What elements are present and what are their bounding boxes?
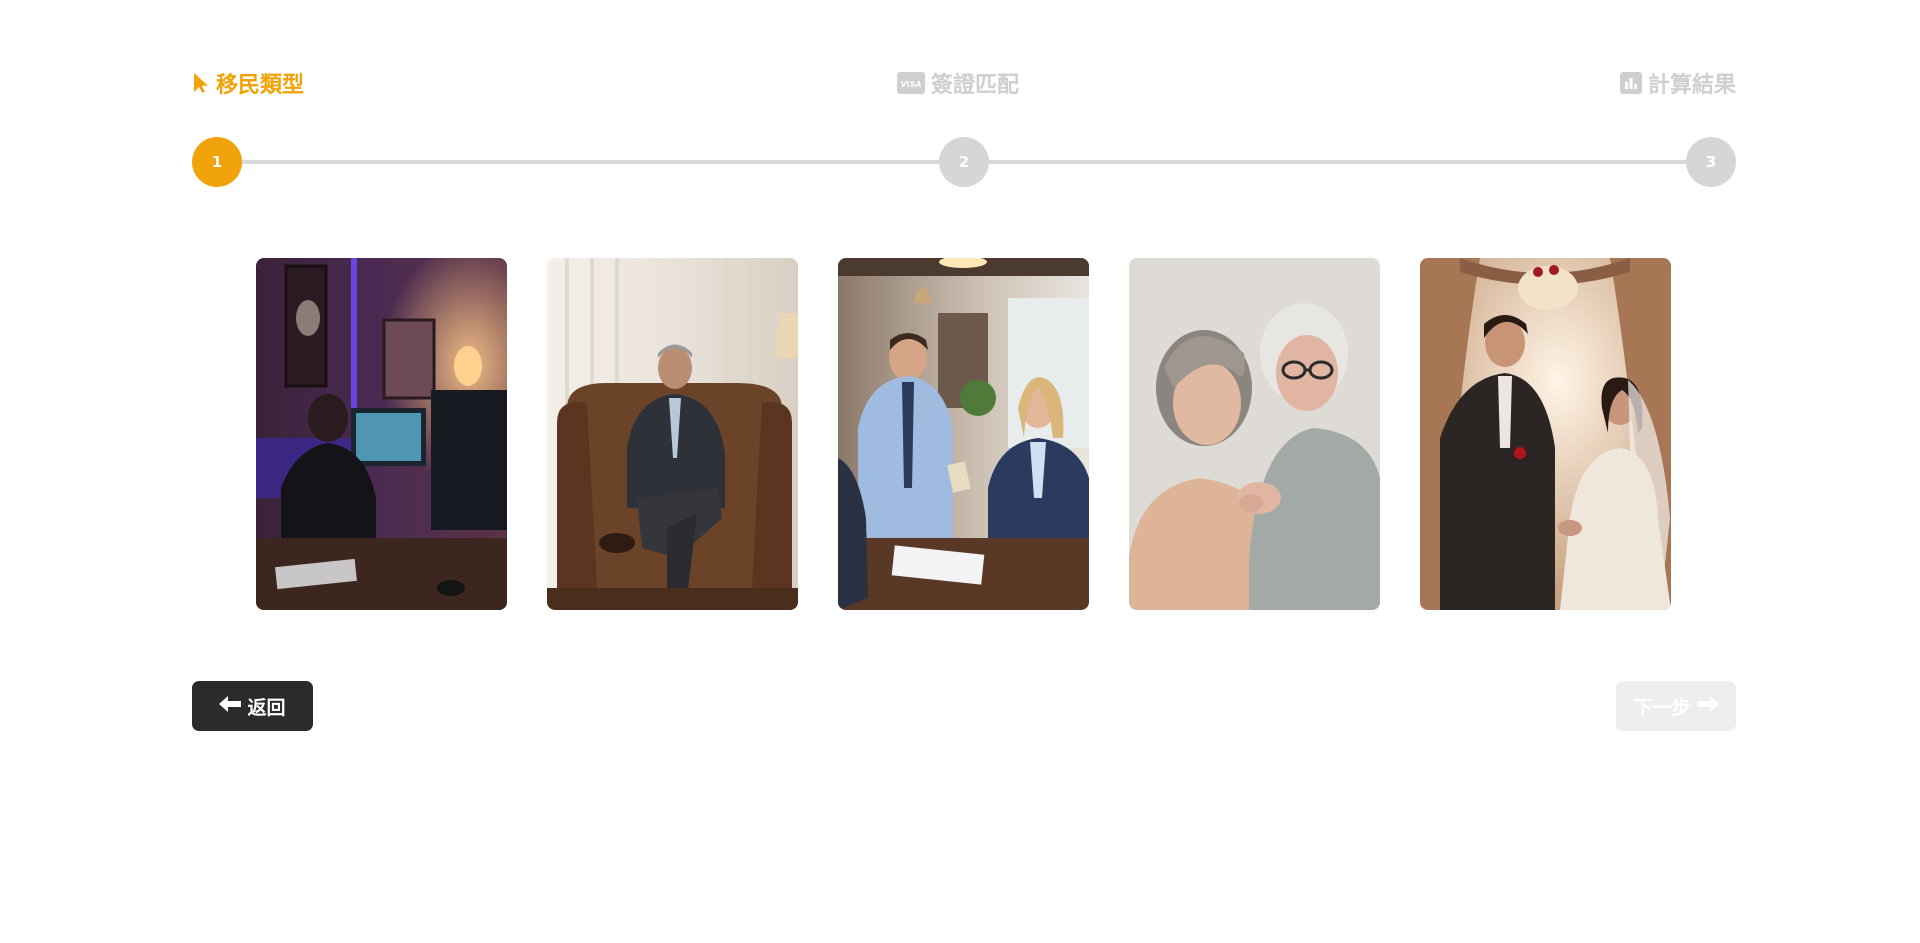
option-card-business[interactable] bbox=[838, 258, 1089, 610]
back-button[interactable]: 返回 bbox=[192, 681, 313, 731]
immigration-wizard: 移民類型 VISA 簽證匹配 計算結果 1 2 3 返回 下一步 bbox=[192, 0, 1736, 943]
visa-icon-text: VISA bbox=[900, 80, 921, 89]
option-card-investor[interactable] bbox=[547, 258, 798, 610]
step-label-immigration-type: 移民類型 bbox=[192, 66, 304, 100]
option-card-spouse[interactable] bbox=[1420, 258, 1671, 610]
option-card-skilled-worker[interactable] bbox=[256, 258, 507, 610]
next-button-label: 下一步 bbox=[1633, 696, 1691, 719]
arrow-left-icon bbox=[219, 695, 242, 717]
coder-at-desk-image bbox=[256, 258, 507, 610]
pointer-icon bbox=[192, 72, 210, 94]
step-label-visa-match: VISA 簽證匹配 bbox=[897, 66, 1019, 100]
next-button[interactable]: 下一步 bbox=[1616, 681, 1736, 731]
back-button-label: 返回 bbox=[247, 696, 286, 719]
elderly-women-image bbox=[1129, 258, 1380, 610]
arrow-right-icon bbox=[1696, 695, 1719, 717]
step-label-results: 計算結果 bbox=[1619, 66, 1736, 100]
step-dot-2[interactable]: 2 bbox=[939, 137, 989, 187]
step-dot-3[interactable]: 3 bbox=[1686, 137, 1736, 187]
option-card-parents[interactable] bbox=[1129, 258, 1380, 610]
step-label-text: 簽證匹配 bbox=[931, 73, 1020, 98]
visa-card-icon: VISA bbox=[897, 72, 925, 94]
business-meeting-image bbox=[838, 258, 1089, 610]
man-in-armchair-image bbox=[547, 258, 798, 610]
step-dot-1[interactable]: 1 bbox=[192, 137, 242, 187]
bar-chart-icon bbox=[1619, 72, 1642, 94]
progress-track: 1 2 3 bbox=[192, 137, 1736, 187]
step-label-text: 移民類型 bbox=[216, 73, 305, 98]
step-label-text: 計算結果 bbox=[1647, 73, 1736, 98]
immigration-type-options bbox=[256, 258, 1671, 610]
wedding-couple-image bbox=[1420, 258, 1671, 610]
